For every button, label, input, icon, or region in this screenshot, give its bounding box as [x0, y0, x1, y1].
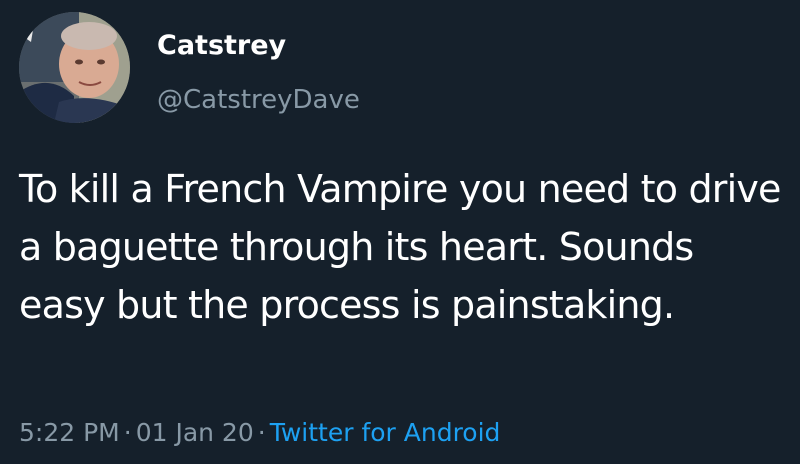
- meta-separator: ·: [257, 418, 266, 447]
- tweet-source-link[interactable]: Twitter for Android: [270, 418, 501, 447]
- meta-separator: ·: [123, 418, 132, 447]
- user-handle[interactable]: @CatstreyDave: [157, 84, 360, 116]
- avatar-photo: [19, 12, 130, 123]
- tweet-card: Catstrey @CatstreyDave To kill a French …: [0, 0, 800, 464]
- tweet-time[interactable]: 5:22 PM: [19, 418, 120, 447]
- tweet-date[interactable]: 01 Jan 20: [136, 418, 254, 447]
- tweet-text: To kill a French Vampire you need to dri…: [19, 167, 781, 327]
- tweet-meta: 5:22 PM · 01 Jan 20 · Twitter for Android: [19, 416, 500, 450]
- display-name[interactable]: Catstrey: [157, 30, 286, 62]
- avatar[interactable]: [19, 12, 130, 123]
